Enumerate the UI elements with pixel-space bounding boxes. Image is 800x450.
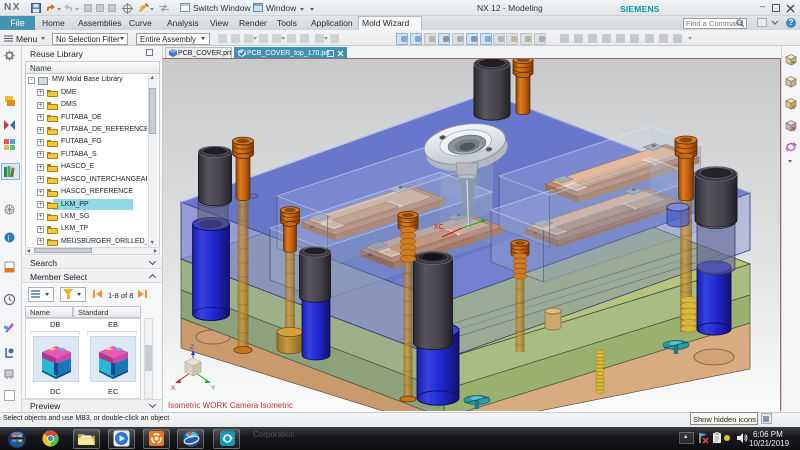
svg-text:X: X: [171, 385, 176, 392]
svg-text:Z: Z: [190, 344, 194, 351]
svg-text:x: x: [792, 126, 796, 132]
svg-text:s: s: [792, 104, 796, 110]
svg-text:Y: Y: [211, 385, 216, 392]
svg-text:Isometric WORK Camera Isometri: Isometric WORK Camera Isometric: [168, 401, 293, 410]
svg-text:+: +: [792, 60, 796, 66]
svg-text:XC: XC: [434, 224, 444, 231]
